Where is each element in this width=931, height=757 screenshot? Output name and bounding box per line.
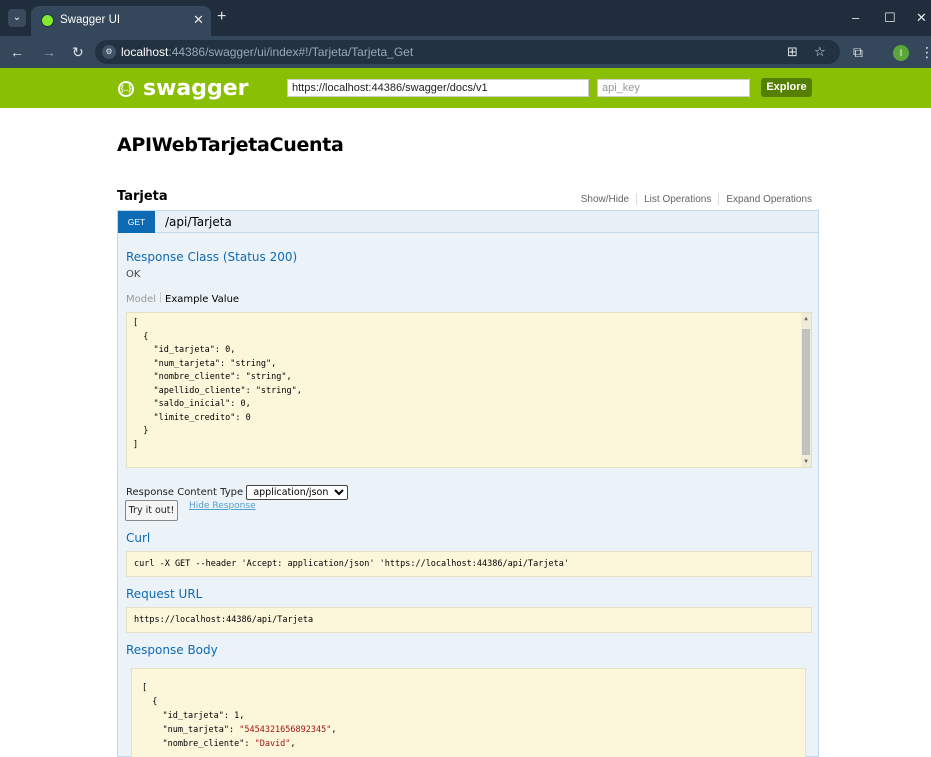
list-operations-link[interactable]: List Operations: [644, 194, 711, 205]
code-line: "num_tarjeta": "string",: [133, 358, 277, 369]
minimize-icon[interactable]: –: [852, 10, 859, 25]
expand-operations-link[interactable]: Expand Operations: [726, 194, 812, 205]
json-number: 1,: [234, 711, 245, 721]
code-line: [: [133, 318, 139, 328]
code-line: "apellido_cliente": "string",: [133, 385, 302, 396]
model-tab[interactable]: Model: [126, 294, 156, 305]
profile-avatar[interactable]: I: [893, 45, 909, 61]
address-bar-row: ← → ↻ ⚙ localhost:44386/swagger/ui/index…: [0, 36, 931, 68]
example-value-tab[interactable]: Example Value: [165, 294, 239, 305]
scroll-down-icon[interactable]: ▼: [802, 458, 810, 465]
example-value-box[interactable]: [ { "id_tarjeta": 0, "num_tarjeta": "str…: [126, 312, 812, 468]
operation-heading[interactable]: GET /api/Tarjeta: [118, 211, 818, 233]
code-line: "id_tarjeta": 0,: [133, 345, 236, 355]
response-content-type-label: Response Content Type: [126, 487, 244, 498]
browser-tab-bar: ⌄ Swagger UI ✕ + – ☐ ✕: [0, 0, 931, 36]
curl-heading: Curl: [126, 531, 151, 545]
model-tabs: Model Example Value: [126, 292, 239, 305]
code-line: "nombre_cliente": "string",: [133, 372, 292, 382]
json-string: "5454321656892345": [239, 725, 332, 735]
browser-menu-icon[interactable]: ⋮: [920, 44, 931, 61]
forward-icon[interactable]: →: [42, 44, 56, 60]
url-host: localhost: [121, 45, 169, 59]
url-path: :44386/swagger/ui/index#!/Tarjeta/Tarjet…: [168, 45, 414, 59]
request-url-heading: Request URL: [126, 587, 203, 601]
code-line: [: [142, 683, 148, 693]
response-body-code: [ { "id_tarjeta": 1, "num_tarjeta": "545…: [142, 681, 795, 751]
resource-name[interactable]: Tarjeta: [117, 189, 168, 204]
json-key: "nombre_cliente":: [142, 739, 255, 749]
explore-button[interactable]: Explore: [761, 78, 812, 97]
response-content-type: Response Content Type application/json: [126, 485, 349, 500]
request-url-box: https://localhost:44386/api/Tarjeta: [126, 607, 812, 633]
translate-icon[interactable]: ⊞: [787, 44, 798, 60]
api-title: APIWebTarjetaCuenta: [117, 134, 344, 156]
reload-icon[interactable]: ↻: [72, 44, 84, 61]
swagger-favicon-icon: [41, 14, 54, 27]
json-string: "David": [254, 739, 291, 749]
operation-path[interactable]: /api/Tarjeta: [165, 215, 232, 229]
http-method-badge[interactable]: GET: [118, 211, 155, 233]
tab-search-icon[interactable]: ⌄: [8, 9, 26, 27]
hide-response-link[interactable]: Hide Response: [189, 501, 256, 511]
response-class-status: OK: [126, 269, 141, 280]
resource-links: Show/Hide List Operations Expand Operati…: [581, 193, 812, 205]
code-line: "saldo_inicial": 0,: [133, 399, 251, 409]
code-line: }: [133, 426, 149, 436]
response-class-heading: Response Class (Status 200): [126, 250, 298, 264]
curl-command: curl -X GET --header 'Accept: applicatio…: [134, 559, 569, 569]
json-comma: ,: [331, 725, 337, 735]
site-info-icon[interactable]: ⚙: [102, 45, 116, 59]
close-tab-icon[interactable]: ✕: [193, 12, 204, 28]
json-key: "num_tarjeta":: [142, 725, 240, 735]
tab-divider: [160, 292, 162, 303]
code-line: {: [142, 697, 158, 707]
close-window-icon[interactable]: ✕: [916, 10, 927, 26]
api-key-input[interactable]: [597, 79, 750, 97]
scroll-thumb[interactable]: [802, 329, 810, 455]
code-line: "limite_credito": 0: [133, 412, 251, 423]
scroll-up-icon[interactable]: ▲: [802, 315, 810, 322]
response-body-box[interactable]: [ { "id_tarjeta": 1, "num_tarjeta": "545…: [131, 668, 806, 757]
example-value-code: [ { "id_tarjeta": 0, "num_tarjeta": "str…: [133, 317, 805, 452]
swagger-logo-icon: {..}: [118, 81, 134, 97]
url-text: localhost:44386/swagger/ui/index#!/Tarje…: [121, 45, 413, 59]
extensions-icon[interactable]: ⧉: [853, 44, 863, 61]
response-content-type-select[interactable]: application/json: [246, 485, 349, 500]
operation-panel: GET /api/Tarjeta Response Class (Status …: [117, 210, 819, 757]
new-tab-icon[interactable]: +: [217, 9, 226, 25]
browser-tab[interactable]: Swagger UI ✕: [31, 6, 211, 36]
try-it-out-button[interactable]: Try it out!: [125, 500, 178, 521]
link-divider: [636, 193, 638, 205]
response-body-heading: Response Body: [126, 643, 218, 657]
tab-title: Swagger UI: [60, 14, 121, 26]
swagger-logo-text[interactable]: swagger: [143, 76, 249, 101]
link-divider: [718, 193, 720, 205]
json-comma: ,: [290, 739, 296, 749]
code-line: ]: [133, 439, 139, 450]
bookmark-star-icon[interactable]: ☆: [814, 44, 826, 60]
maximize-icon[interactable]: ☐: [884, 10, 896, 26]
curl-box: curl -X GET --header 'Accept: applicatio…: [126, 551, 812, 577]
back-icon[interactable]: ←: [10, 44, 24, 60]
code-scrollbar[interactable]: ▲ ▼: [801, 313, 811, 467]
url-field[interactable]: ⚙ localhost:44386/swagger/ui/index#!/Tar…: [95, 40, 840, 64]
show-hide-link[interactable]: Show/Hide: [581, 194, 629, 205]
spec-url-input[interactable]: [287, 79, 589, 97]
code-line: {: [133, 331, 149, 342]
json-key: "id_tarjeta":: [142, 711, 235, 721]
request-url: https://localhost:44386/api/Tarjeta: [134, 615, 314, 625]
